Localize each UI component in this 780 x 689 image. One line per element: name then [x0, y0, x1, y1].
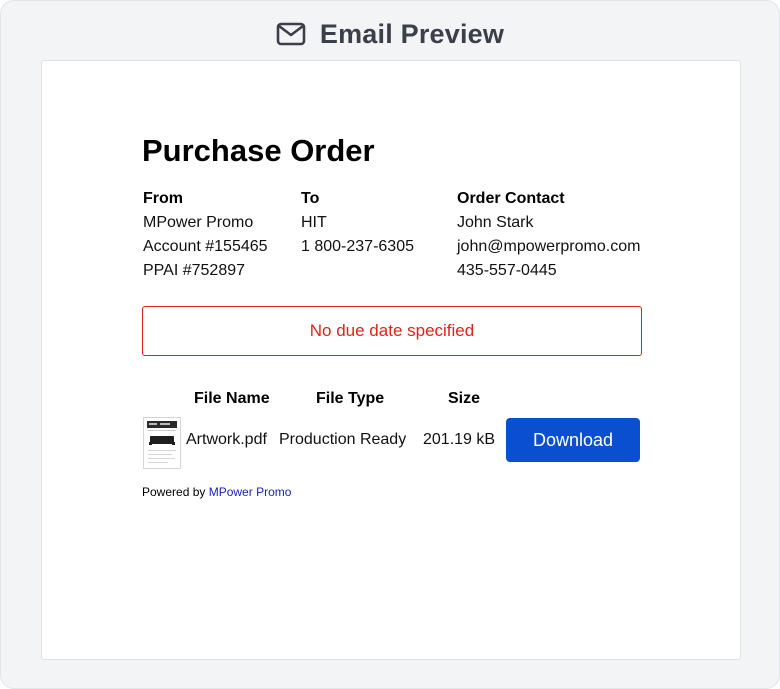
file-name: Artwork.pdf	[186, 431, 267, 448]
preview-title: Email Preview	[319, 18, 505, 49]
email-card: Purchase Order From MPower Promo Account…	[41, 60, 741, 660]
pdf-preview-icon	[147, 421, 177, 463]
powered-by: Powered by MPower Promo	[142, 485, 291, 499]
powered-by-prefix: Powered by	[142, 485, 206, 499]
file-name-header: File Name	[194, 390, 270, 407]
to-heading: To	[301, 190, 320, 207]
to-column: To HIT 1 800-237-6305	[301, 187, 414, 259]
from-line: PPAI #752897	[143, 262, 246, 279]
order-contact-column: Order Contact John Stark john@mpowerprom…	[457, 187, 640, 283]
preview-header: Email Preview	[1, 13, 779, 55]
from-column: From MPower Promo Account #155465 PPAI #…	[143, 187, 268, 283]
mail-icon	[276, 22, 306, 46]
from-line: Account #155465	[143, 238, 268, 255]
from-line: MPower Promo	[143, 214, 254, 231]
file-size-header: Size	[448, 390, 481, 407]
file-type: Production Ready	[279, 431, 407, 448]
file-thumbnail[interactable]	[143, 417, 181, 469]
due-date-notice: No due date specified	[142, 306, 642, 356]
download-button[interactable]: Download	[506, 418, 640, 462]
table-row: Artwork.pdf Production Ready 201.19 kB D…	[142, 413, 642, 469]
file-type-header: File Type	[316, 390, 385, 407]
purchase-order-title: Purchase Order	[142, 133, 375, 168]
mpower-promo-link[interactable]: MPower Promo	[209, 485, 292, 499]
order-info: From MPower Promo Account #155465 PPAI #…	[142, 187, 642, 283]
contact-email: john@mpowerpromo.com	[457, 238, 641, 255]
email-preview-frame: Email Preview Purchase Order From MPower…	[0, 0, 780, 689]
email-content: Purchase Order From MPower Promo Account…	[142, 131, 642, 499]
contact-name: John Stark	[457, 214, 534, 231]
order-contact-heading: Order Contact	[457, 190, 565, 207]
from-heading: From	[143, 190, 183, 207]
to-line: 1 800-237-6305	[301, 238, 414, 255]
contact-phone: 435-557-0445	[457, 262, 557, 279]
to-line: HIT	[301, 214, 327, 231]
file-size: 201.19 kB	[423, 431, 496, 448]
